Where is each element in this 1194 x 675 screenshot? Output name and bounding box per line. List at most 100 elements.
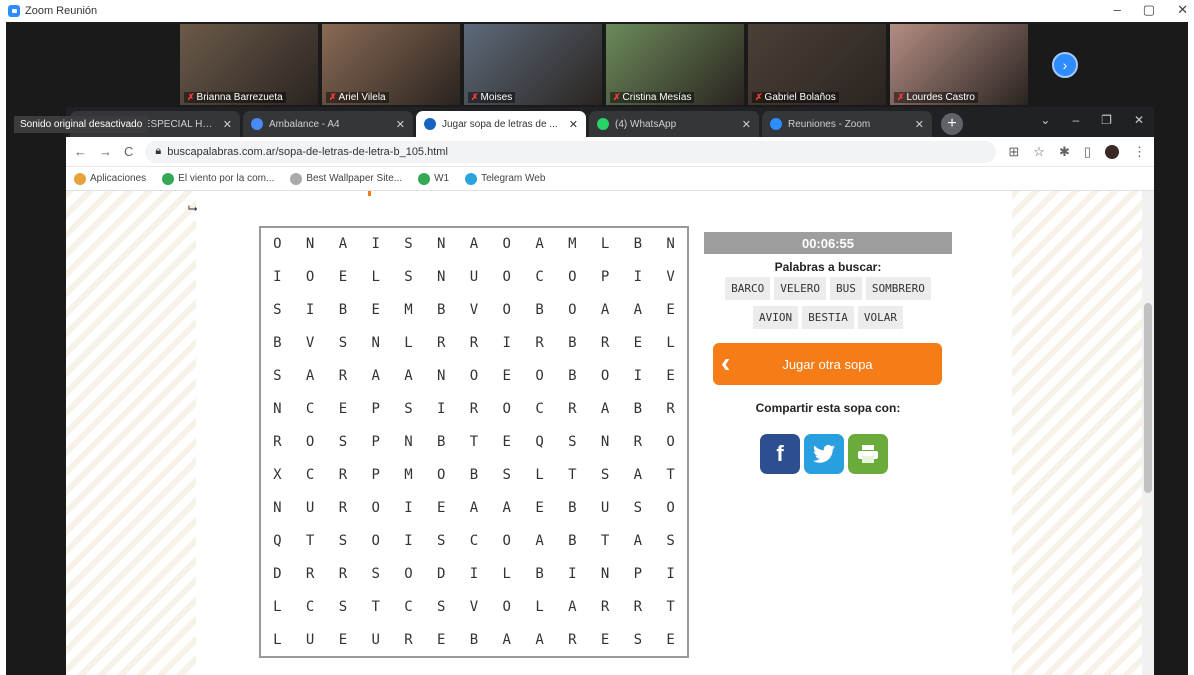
back-arrow-icon[interactable]: ← xyxy=(74,144,87,159)
grid-cell[interactable]: B xyxy=(556,327,589,360)
page-scrollbar[interactable] xyxy=(1142,191,1154,675)
grid-cell[interactable]: E xyxy=(621,327,654,360)
grid-cell[interactable]: E xyxy=(359,294,392,327)
grid-cell[interactable]: N xyxy=(294,228,327,261)
reading-list-icon[interactable]: ▯ xyxy=(1084,144,1091,160)
grid-cell[interactable]: B xyxy=(425,426,458,459)
grid-cell[interactable]: A xyxy=(294,360,327,393)
grid-cell[interactable]: I xyxy=(458,557,491,590)
profile-avatar[interactable] xyxy=(1105,144,1119,159)
grid-cell[interactable]: A xyxy=(621,294,654,327)
grid-cell[interactable]: B xyxy=(621,228,654,261)
grid-cell[interactable]: R xyxy=(621,426,654,459)
grid-cell[interactable]: I xyxy=(261,261,294,294)
grid-cell[interactable]: S xyxy=(621,491,654,524)
tab-close-icon[interactable]: ✕ xyxy=(569,118,578,131)
grid-cell[interactable]: E xyxy=(425,623,458,656)
twitter-share-button[interactable] xyxy=(804,434,844,474)
translate-icon[interactable]: ⊞ xyxy=(1008,144,1019,160)
grid-cell[interactable]: R xyxy=(621,590,654,623)
grid-cell[interactable]: N xyxy=(392,426,425,459)
browser-tab[interactable]: Ambalance - A4 ✕ xyxy=(243,111,413,137)
grid-cell[interactable]: A xyxy=(621,458,654,491)
bookmark-item[interactable]: Telegram Web xyxy=(465,172,545,185)
grid-cell[interactable]: E xyxy=(327,393,360,426)
address-bar[interactable]: 🔒︎ buscapalabras.com.ar/sopa-de-letras-d… xyxy=(145,140,997,163)
grid-cell[interactable]: A xyxy=(523,228,556,261)
grid-cell[interactable]: E xyxy=(654,360,687,393)
grid-cell[interactable]: N xyxy=(425,261,458,294)
grid-cell[interactable]: P xyxy=(621,557,654,590)
tab-search-icon[interactable]: ⌄ xyxy=(1040,113,1050,127)
grid-cell[interactable]: P xyxy=(359,393,392,426)
grid-cell[interactable]: R xyxy=(556,393,589,426)
grid-cell[interactable]: O xyxy=(359,491,392,524)
grid-cell[interactable]: B xyxy=(523,294,556,327)
browser-tab[interactable]: Reuniones - Zoom ✕ xyxy=(762,111,932,137)
facebook-share-button[interactable]: f xyxy=(760,434,800,474)
grid-cell[interactable]: U xyxy=(359,623,392,656)
grid-cell[interactable]: U xyxy=(589,491,622,524)
grid-cell[interactable]: L xyxy=(523,590,556,623)
grid-cell[interactable]: U xyxy=(294,491,327,524)
participant-tile[interactable]: ✗ Lourdes Castro xyxy=(890,24,1028,105)
participant-tile[interactable]: ✗ Ariel Vilela xyxy=(322,24,460,105)
grid-cell[interactable]: O xyxy=(425,458,458,491)
grid-cell[interactable]: O xyxy=(261,228,294,261)
grid-cell[interactable]: R xyxy=(327,360,360,393)
grid-cell[interactable]: S xyxy=(425,590,458,623)
grid-cell[interactable]: B xyxy=(523,557,556,590)
grid-cell[interactable]: N xyxy=(261,393,294,426)
grid-cell[interactable]: A xyxy=(392,360,425,393)
grid-cell[interactable]: O xyxy=(654,426,687,459)
grid-cell[interactable]: R xyxy=(654,393,687,426)
grid-cell[interactable]: S xyxy=(327,426,360,459)
grid-cell[interactable]: S xyxy=(327,327,360,360)
grid-cell[interactable]: B xyxy=(261,327,294,360)
grid-cell[interactable]: O xyxy=(490,261,523,294)
maximize-button[interactable]: ▢ xyxy=(1143,2,1155,18)
print-button[interactable] xyxy=(848,434,888,474)
participant-tile[interactable]: ✗ Gabriel Bolaños xyxy=(748,24,886,105)
grid-cell[interactable]: B xyxy=(425,294,458,327)
grid-cell[interactable]: S xyxy=(327,590,360,623)
grid-cell[interactable]: B xyxy=(458,458,491,491)
grid-cell[interactable]: T xyxy=(654,458,687,491)
grid-cell[interactable]: B xyxy=(556,524,589,557)
grid-cell[interactable]: B xyxy=(556,360,589,393)
grid-cell[interactable]: O xyxy=(556,294,589,327)
tab-close-icon[interactable]: ✕ xyxy=(915,118,924,131)
grid-cell[interactable]: O xyxy=(523,360,556,393)
grid-cell[interactable]: T xyxy=(589,524,622,557)
tab-close-icon[interactable]: ✕ xyxy=(396,118,405,131)
grid-cell[interactable]: R xyxy=(392,623,425,656)
grid-cell[interactable]: T xyxy=(654,590,687,623)
browser-tab[interactable]: Jugar sopa de letras de ... ✕ xyxy=(416,111,586,137)
grid-cell[interactable]: S xyxy=(490,458,523,491)
grid-cell[interactable]: A xyxy=(458,228,491,261)
grid-cell[interactable]: A xyxy=(556,590,589,623)
grid-cell[interactable]: V xyxy=(458,590,491,623)
grid-cell[interactable]: L xyxy=(392,327,425,360)
tab-close-icon[interactable]: ✕ xyxy=(223,118,232,131)
grid-cell[interactable]: C xyxy=(294,393,327,426)
browser-minimize-button[interactable]: – xyxy=(1072,113,1079,127)
participant-tile[interactable]: ✗ Brianna Barrezueta xyxy=(180,24,318,105)
grid-cell[interactable]: B xyxy=(327,294,360,327)
grid-cell[interactable]: P xyxy=(359,426,392,459)
grid-cell[interactable]: I xyxy=(294,294,327,327)
grid-cell[interactable]: V xyxy=(458,294,491,327)
grid-cell[interactable]: O xyxy=(490,294,523,327)
grid-cell[interactable]: O xyxy=(490,524,523,557)
grid-cell[interactable]: N xyxy=(425,228,458,261)
grid-cell[interactable]: O xyxy=(490,393,523,426)
grid-cell[interactable]: S xyxy=(589,458,622,491)
grid-cell[interactable]: I xyxy=(359,228,392,261)
grid-cell[interactable]: R xyxy=(327,557,360,590)
grid-cell[interactable]: C xyxy=(458,524,491,557)
grid-cell[interactable]: B xyxy=(556,491,589,524)
browser-restore-button[interactable]: ❐ xyxy=(1101,113,1112,127)
grid-cell[interactable]: C xyxy=(294,590,327,623)
word-search-grid[interactable]: ONAISNAOAMLBNIOELSNUOCOPIVSIBEMBVOBOAAEB… xyxy=(259,226,689,658)
participant-tile[interactable]: ✗ Cristina Mesías xyxy=(606,24,744,105)
